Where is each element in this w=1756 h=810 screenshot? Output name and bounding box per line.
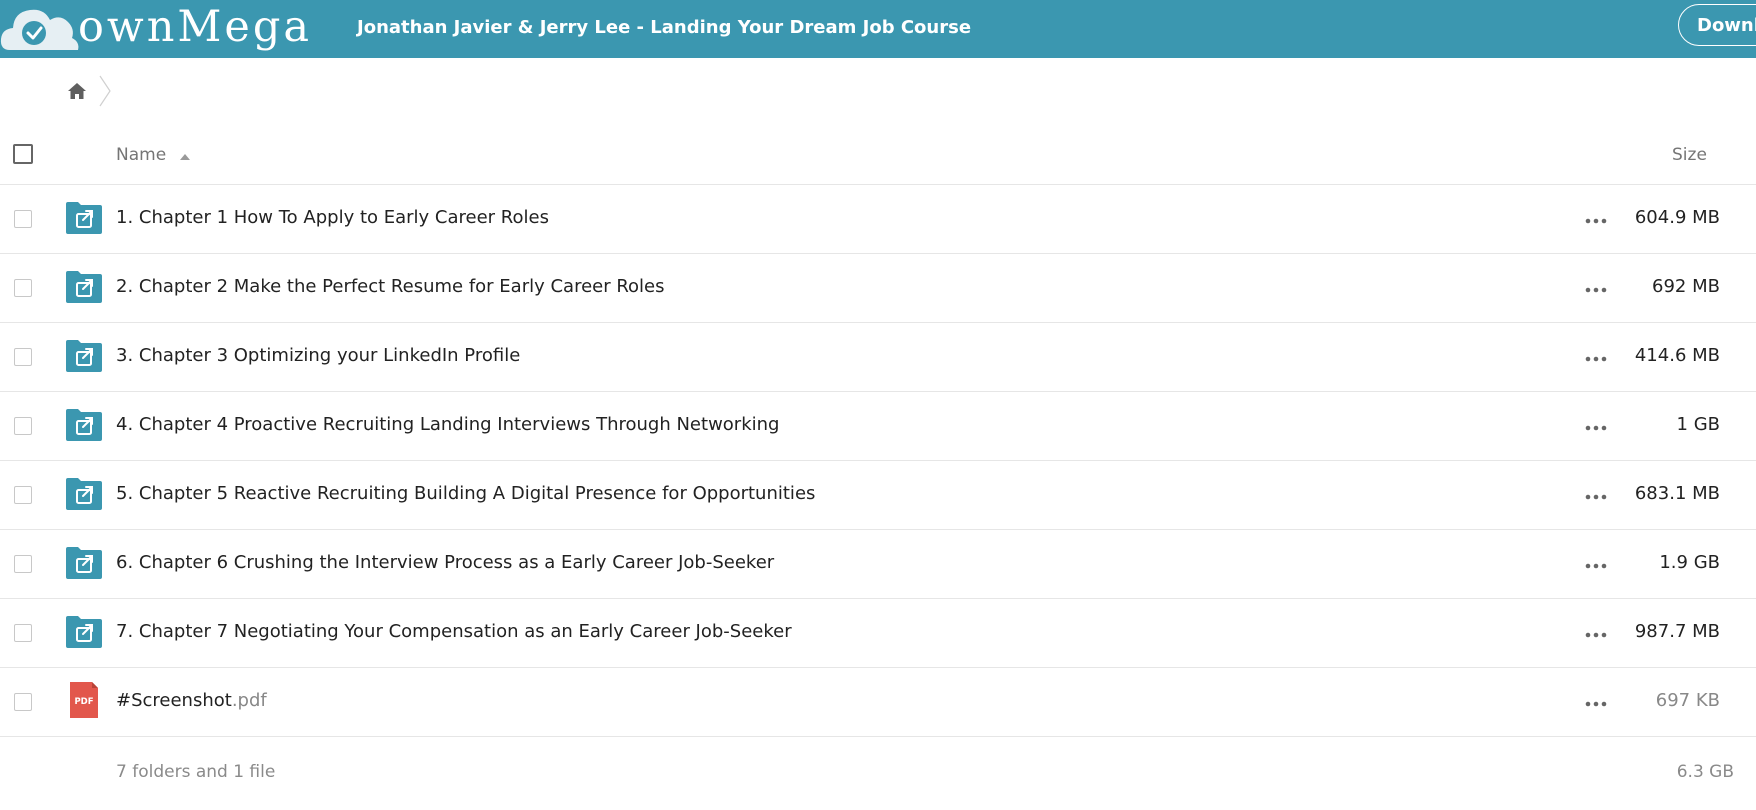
shared-folder-icon xyxy=(66,547,102,579)
pdf-icon: PDF xyxy=(70,682,98,718)
file-extension: .pdf xyxy=(231,690,267,711)
row-name[interactable]: 5. Chapter 5 Reactive Recruiting Buildin… xyxy=(116,483,815,504)
more-options-icon[interactable] xyxy=(1585,563,1607,569)
more-options-icon[interactable] xyxy=(1585,218,1607,224)
row-checkbox[interactable] xyxy=(14,486,32,504)
row-checkbox[interactable] xyxy=(14,555,32,573)
row-name[interactable]: 6. Chapter 6 Crushing the Interview Proc… xyxy=(116,552,774,573)
row-size: 692 MB xyxy=(1652,276,1720,297)
row-name[interactable]: #Screenshot.pdf xyxy=(116,690,267,711)
table-row[interactable]: 1. Chapter 1 How To Apply to Early Caree… xyxy=(0,185,1756,254)
pdf-icon-label: PDF xyxy=(74,697,93,707)
download-button[interactable]: Downlo xyxy=(1678,4,1756,46)
home-icon[interactable] xyxy=(66,80,88,102)
breadcrumb-separator-icon xyxy=(99,75,111,107)
table-row[interactable]: 3. Chapter 3 Optimizing your LinkedIn Pr… xyxy=(0,323,1756,392)
page-title: Jonathan Javier & Jerry Lee - Landing Yo… xyxy=(357,17,972,38)
row-size: 414.6 MB xyxy=(1634,345,1720,366)
shared-folder-icon xyxy=(66,409,102,441)
shared-folder-icon xyxy=(66,202,102,234)
row-name[interactable]: 7. Chapter 7 Negotiating Your Compensati… xyxy=(116,621,792,642)
shared-folder-icon xyxy=(66,478,102,510)
row-size: 1.9 GB xyxy=(1659,552,1720,573)
more-options-icon[interactable] xyxy=(1585,425,1607,431)
logo-text: ownMega xyxy=(78,2,313,52)
select-all-checkbox[interactable] xyxy=(13,144,33,164)
row-size: 604.9 MB xyxy=(1634,207,1720,228)
row-checkbox[interactable] xyxy=(14,348,32,366)
file-list: 1. Chapter 1 How To Apply to Early Caree… xyxy=(0,185,1756,737)
more-options-icon[interactable] xyxy=(1585,632,1607,638)
file-basename: #Screenshot xyxy=(116,690,232,711)
row-name[interactable]: 3. Chapter 3 Optimizing your LinkedIn Pr… xyxy=(116,345,520,366)
more-options-icon[interactable] xyxy=(1585,287,1607,293)
table-row[interactable]: 5. Chapter 5 Reactive Recruiting Buildin… xyxy=(0,461,1756,530)
shared-folder-icon xyxy=(66,616,102,648)
row-name[interactable]: 4. Chapter 4 Proactive Recruiting Landin… xyxy=(116,414,779,435)
table-row[interactable]: 4. Chapter 4 Proactive Recruiting Landin… xyxy=(0,392,1756,461)
sort-ascending-icon xyxy=(180,154,190,160)
row-size: 987.7 MB xyxy=(1634,621,1720,642)
top-header-bar: ownMega Jonathan Javier & Jerry Lee - La… xyxy=(0,0,1756,58)
more-options-icon[interactable] xyxy=(1585,701,1607,707)
shared-folder-icon xyxy=(66,340,102,372)
breadcrumb xyxy=(66,74,112,108)
table-row[interactable]: 6. Chapter 6 Crushing the Interview Proc… xyxy=(0,530,1756,599)
table-row[interactable]: 2. Chapter 2 Make the Perfect Resume for… xyxy=(0,254,1756,323)
shared-folder-icon xyxy=(66,271,102,303)
folder-file-summary: 7 folders and 1 file xyxy=(116,762,276,782)
size-column-header[interactable]: Size xyxy=(1672,145,1707,165)
table-header: Name Size xyxy=(0,126,1756,185)
row-checkbox[interactable] xyxy=(14,693,32,711)
row-checkbox[interactable] xyxy=(14,210,32,228)
cloud-check-logo-icon xyxy=(0,9,79,50)
table-row[interactable]: PDF #Screenshot.pdf 697 KB xyxy=(0,668,1756,737)
row-name[interactable]: 2. Chapter 2 Make the Perfect Resume for… xyxy=(116,276,665,297)
row-checkbox[interactable] xyxy=(14,417,32,435)
name-column-header[interactable]: Name xyxy=(116,145,166,165)
row-size: 683.1 MB xyxy=(1634,483,1720,504)
more-options-icon[interactable] xyxy=(1585,356,1607,362)
row-name[interactable]: 1. Chapter 1 How To Apply to Early Caree… xyxy=(116,207,549,228)
row-size: 1 GB xyxy=(1676,414,1720,435)
row-checkbox[interactable] xyxy=(14,624,32,642)
row-size: 697 KB xyxy=(1655,690,1720,711)
total-size: 6.3 GB xyxy=(1676,762,1734,782)
row-checkbox[interactable] xyxy=(14,279,32,297)
more-options-icon[interactable] xyxy=(1585,494,1607,500)
table-row[interactable]: 7. Chapter 7 Negotiating Your Compensati… xyxy=(0,599,1756,668)
